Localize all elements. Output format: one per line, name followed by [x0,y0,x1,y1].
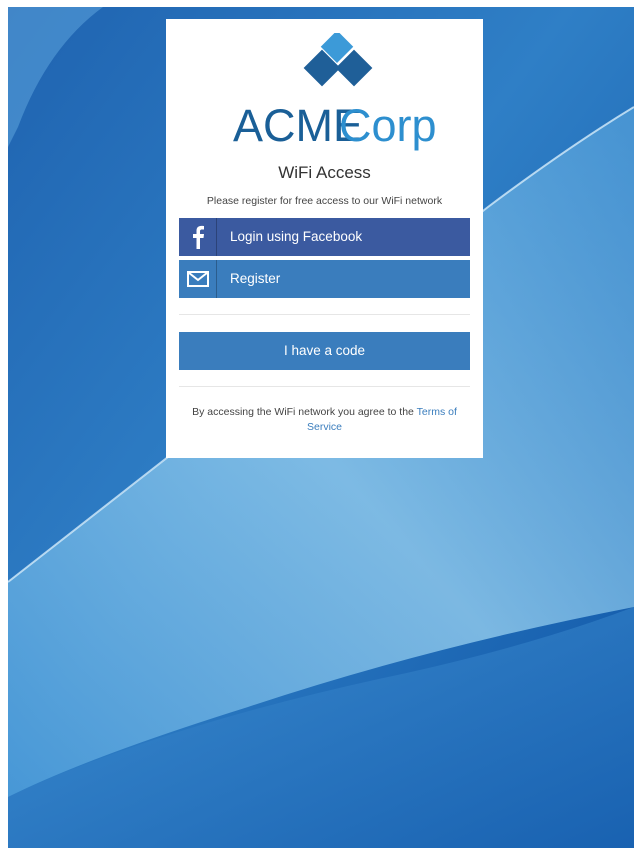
login-facebook-label: Login using Facebook [230,229,363,244]
login-card: ACME Corp WiFi Access Please register fo… [166,19,483,458]
divider [179,386,470,387]
login-facebook-button[interactable]: Login using Facebook [179,218,470,256]
brand-logo: ACME Corp [166,33,483,163]
brand-name-corp: Corp [339,100,437,151]
envelope-icon [186,271,209,287]
i-have-a-code-button[interactable]: I have a code [179,332,470,370]
divider [179,314,470,315]
envelope-icon-cell [179,260,217,298]
facebook-icon-cell [179,218,217,256]
page: ACME Corp WiFi Access Please register fo… [0,0,634,848]
facebook-icon [192,225,204,249]
page-subtitle: Please register for free access to our W… [206,195,443,207]
page-title: WiFi Access [278,163,371,182]
terms-prefix: By accessing the WiFi network you agree … [192,406,414,418]
register-button[interactable]: Register [179,260,470,298]
terms-notice: By accessing the WiFi network you agree … [179,405,470,435]
diamond-logo-icon [303,33,372,87]
register-label: Register [230,271,281,286]
